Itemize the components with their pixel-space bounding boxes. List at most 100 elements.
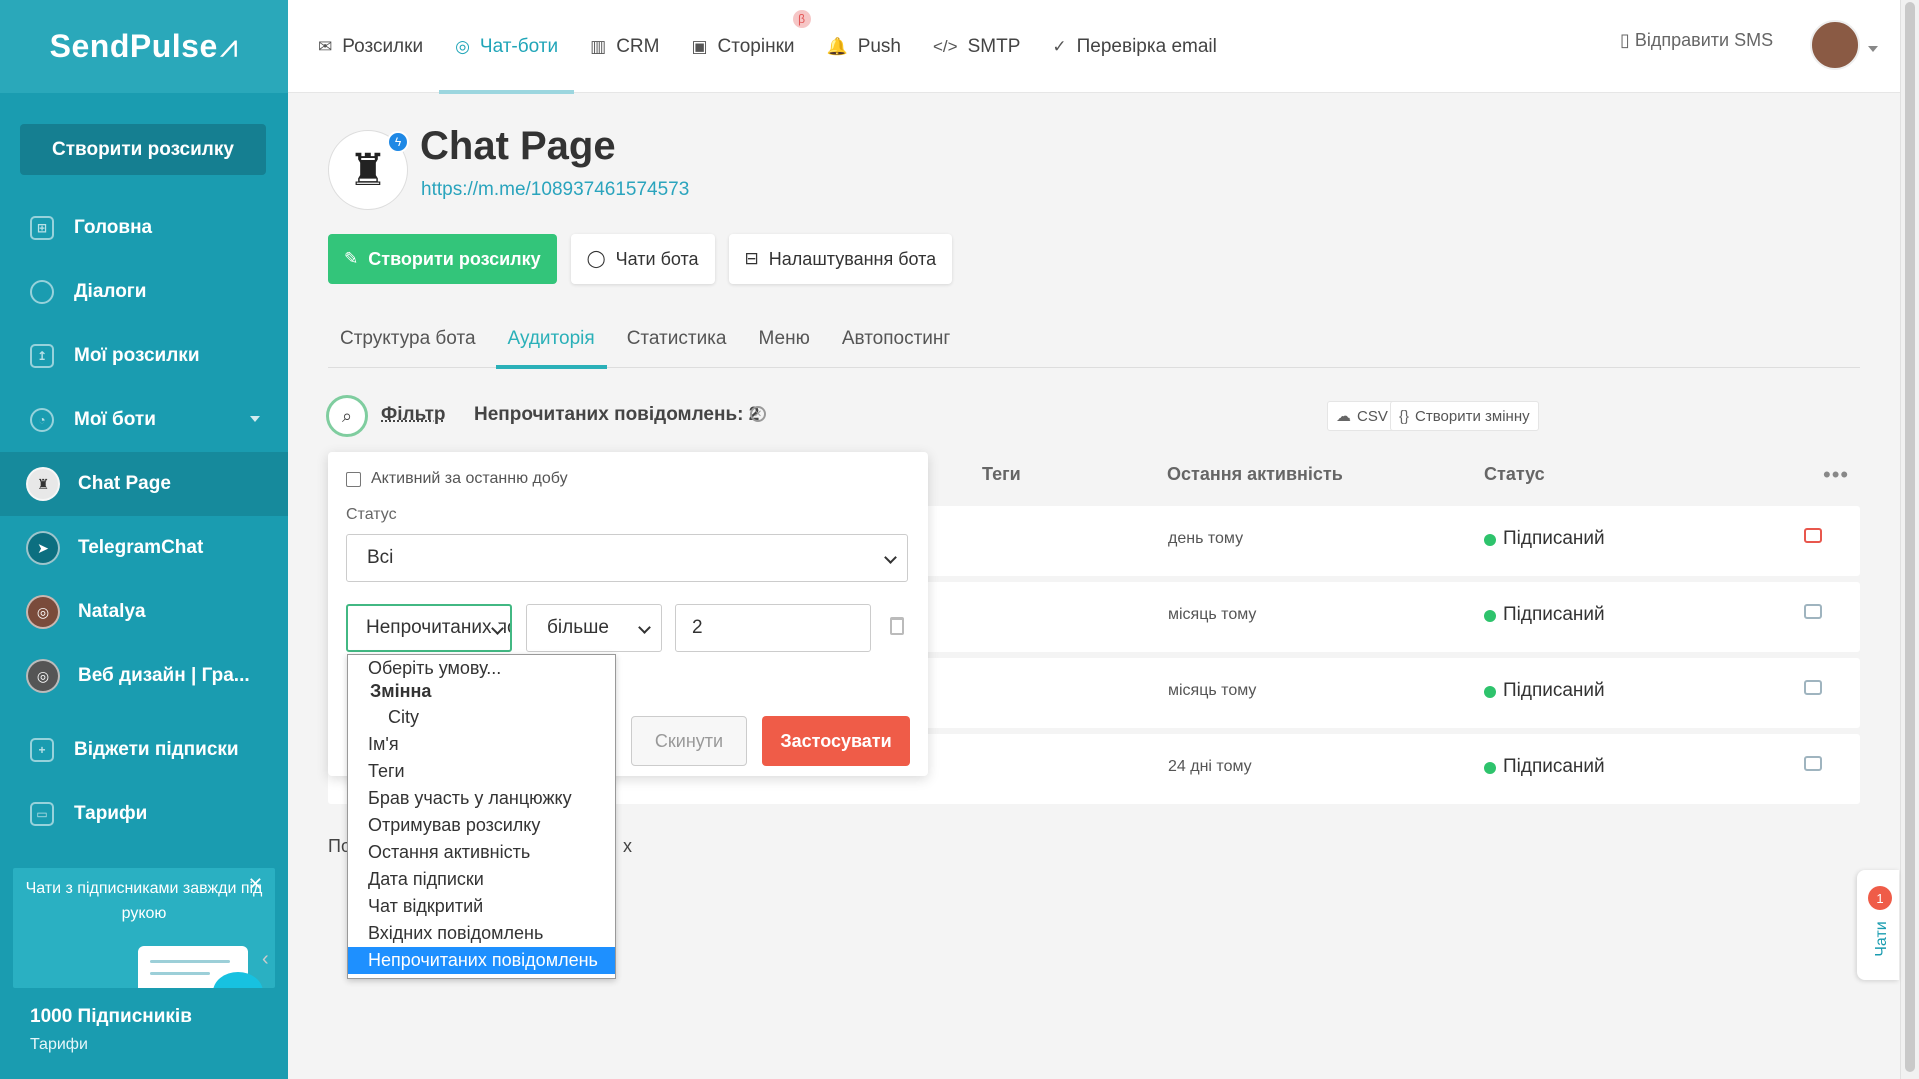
bell-icon: 🔔	[826, 36, 848, 56]
chatbot-icon: ◎	[455, 36, 470, 56]
tab-menu[interactable]: Меню	[746, 310, 821, 368]
mailing-icon: ↥	[30, 344, 54, 368]
apply-button[interactable]: Застосувати	[762, 716, 910, 766]
filter-bar: ⌕ Фільтр Непрочитаних повідомлень: 2 ✕ ☁…	[326, 393, 1860, 439]
search-icon[interactable]: ⌕	[326, 395, 368, 437]
tab-autoposting[interactable]: Автопостинг	[830, 310, 963, 368]
sidebar-item-home[interactable]: ⊞ Головна	[0, 196, 288, 260]
last-activity: день тому	[1168, 530, 1244, 547]
chevron-down-icon[interactable]	[1868, 46, 1878, 52]
sidebar-item-label: Natalya	[78, 601, 146, 622]
trash-icon[interactable]	[890, 617, 904, 635]
dropdown-option-placeholder[interactable]: Оберіть умову...	[348, 655, 615, 682]
dropdown-option[interactable]: Вхідних повідомлень	[348, 920, 615, 947]
chat-icon[interactable]	[1804, 680, 1822, 695]
condition-select[interactable]: Непрочитаних повідомлень	[346, 604, 512, 652]
sidebar-item-dialogs[interactable]: Діалоги	[0, 260, 288, 324]
nav-smtp[interactable]: </> SMTP	[917, 0, 1036, 93]
nav-mailings[interactable]: ✉ Розсилки	[302, 0, 439, 93]
dropdown-option[interactable]: Дата підписки	[348, 866, 615, 893]
button-label: Створити розсилку	[368, 248, 541, 269]
status-badge: Підписаний	[1503, 528, 1605, 549]
collapse-arrow-icon[interactable]: ‹	[262, 948, 269, 971]
beta-badge: β	[792, 10, 811, 28]
chat-icon	[30, 280, 54, 304]
bot-settings-button[interactable]: ⊟ Налаштування бота	[728, 234, 953, 284]
nav-email-verify[interactable]: ✓ Перевірка email	[1036, 0, 1232, 93]
dropdown-option[interactable]: Ім'я	[348, 731, 615, 758]
remove-filter-icon[interactable]: ✕	[750, 406, 766, 422]
sidebar-bot-natalya[interactable]: ◎ Natalya	[0, 580, 288, 644]
page-title: Chat Page	[420, 124, 616, 168]
column-header-last-activity[interactable]: Остання активність	[1167, 464, 1343, 485]
column-header-status[interactable]: Статус	[1484, 464, 1545, 485]
close-icon[interactable]: ✕	[248, 874, 263, 895]
create-campaign-button[interactable]: Створити розсилку	[20, 124, 266, 175]
button-label: CSV	[1357, 407, 1388, 425]
nav-label: CRM	[616, 35, 660, 57]
bot-chats-button[interactable]: ◯ Чати бота	[570, 234, 715, 284]
sidebar-nav: ⊞ Головна Діалоги ↥ Мої розсилки ◔ Мої б…	[0, 196, 288, 846]
send-sms-link[interactable]: ▯ Відправити SMS	[1620, 30, 1773, 51]
sidebar-item-widgets[interactable]: + Віджети підписки	[0, 718, 288, 782]
bot-avatar: ♜	[26, 467, 60, 501]
envelope-icon: ✉	[318, 36, 333, 56]
nav-push[interactable]: 🔔 Push	[811, 0, 917, 93]
condition-value-input[interactable]: 2	[675, 604, 871, 652]
sidebar: SendPulse ⩘ Створити розсилку ⊞ Головна Д…	[0, 0, 288, 1079]
status-select[interactable]: Всі	[346, 534, 908, 582]
active-day-checkbox[interactable]	[346, 471, 361, 487]
csv-button[interactable]: ☁ CSV	[1327, 401, 1397, 431]
dropdown-option-selected[interactable]: Непрочитаних повідомлень	[348, 947, 615, 974]
chats-widget[interactable]: 1 Чати	[1857, 870, 1899, 980]
tab-statistics[interactable]: Статистика	[615, 310, 739, 368]
messenger-icon: ϟ	[387, 131, 409, 153]
more-icon[interactable]: •••	[1823, 462, 1849, 488]
tab-audience[interactable]: Аудиторія	[495, 310, 607, 369]
dashboard-icon: ⊞	[30, 216, 54, 240]
create-variable-button[interactable]: {} Створити змінну	[1390, 401, 1539, 431]
user-avatar[interactable]	[1810, 20, 1860, 70]
sidebar-item-tariffs[interactable]: ▭ Тарифи	[0, 782, 288, 846]
promo-illustration	[53, 946, 263, 988]
scrollbar[interactable]	[1900, 0, 1919, 1079]
instagram-icon: ◎	[26, 595, 60, 629]
dropdown-option[interactable]: Остання активність	[348, 839, 615, 866]
reset-button[interactable]: Скинути	[631, 716, 747, 766]
dropdown-group-label: Змінна	[370, 682, 432, 700]
nav-label: Push	[857, 35, 901, 57]
nav-crm[interactable]: ▥ CRM	[574, 0, 675, 93]
dropdown-option[interactable]: Отримував розсилку	[348, 812, 615, 839]
button-label: Створити змінну	[1415, 407, 1530, 425]
chat-icon[interactable]	[1804, 756, 1822, 771]
operator-select[interactable]: більше	[526, 604, 662, 652]
sendpulse-logo[interactable]: SendPulse ⩘	[0, 0, 288, 93]
tab-structure[interactable]: Структура бота	[328, 310, 488, 368]
status-dot	[1484, 610, 1496, 622]
sidebar-bot-chat-page[interactable]: ♜ Chat Page	[0, 452, 288, 516]
dropdown-option-city[interactable]: City	[348, 704, 615, 731]
nav-chatbots[interactable]: ◎ Чат-боти	[439, 0, 575, 94]
status-badge: Підписаний	[1503, 604, 1605, 625]
chat-icon[interactable]	[1804, 604, 1822, 619]
bot-link[interactable]: https://m.me/108937461574573	[421, 179, 689, 201]
active-day-option[interactable]: Активний за останню добу	[346, 470, 568, 488]
sidebar-bot-telegram[interactable]: ➤ TelegramChat	[0, 516, 288, 580]
dropdown-option[interactable]: Брав участь у ланцюжку	[348, 785, 615, 812]
sidebar-item-my-bots[interactable]: ◔ Мої боти	[0, 388, 288, 452]
sidebar-bot-web-design[interactable]: ◎ Веб дизайн | Гра...	[0, 644, 288, 708]
tariffs-link[interactable]: Тарифи	[30, 1036, 88, 1054]
sidebar-item-label: TelegramChat	[78, 537, 204, 558]
create-mailing-button[interactable]: ✎ Створити розсилку	[328, 234, 557, 284]
dropdown-option[interactable]: Чат відкритий	[348, 893, 615, 920]
dropdown-option[interactable]: Теги	[348, 758, 615, 785]
sidebar-item-my-mailings[interactable]: ↥ Мої розсилки	[0, 324, 288, 388]
subscribers-count: 1000 Підписників	[30, 1006, 192, 1027]
chat-icon[interactable]	[1804, 528, 1822, 543]
sidebar-item-label: Тарифи	[74, 803, 148, 824]
button-label: Чати бота	[615, 248, 699, 269]
filter-toggle[interactable]: Фільтр	[381, 404, 446, 426]
widget-icon: +	[30, 738, 54, 762]
nav-pages[interactable]: ▣ Сторінки β	[675, 0, 811, 93]
status-label: Статус	[346, 506, 397, 523]
